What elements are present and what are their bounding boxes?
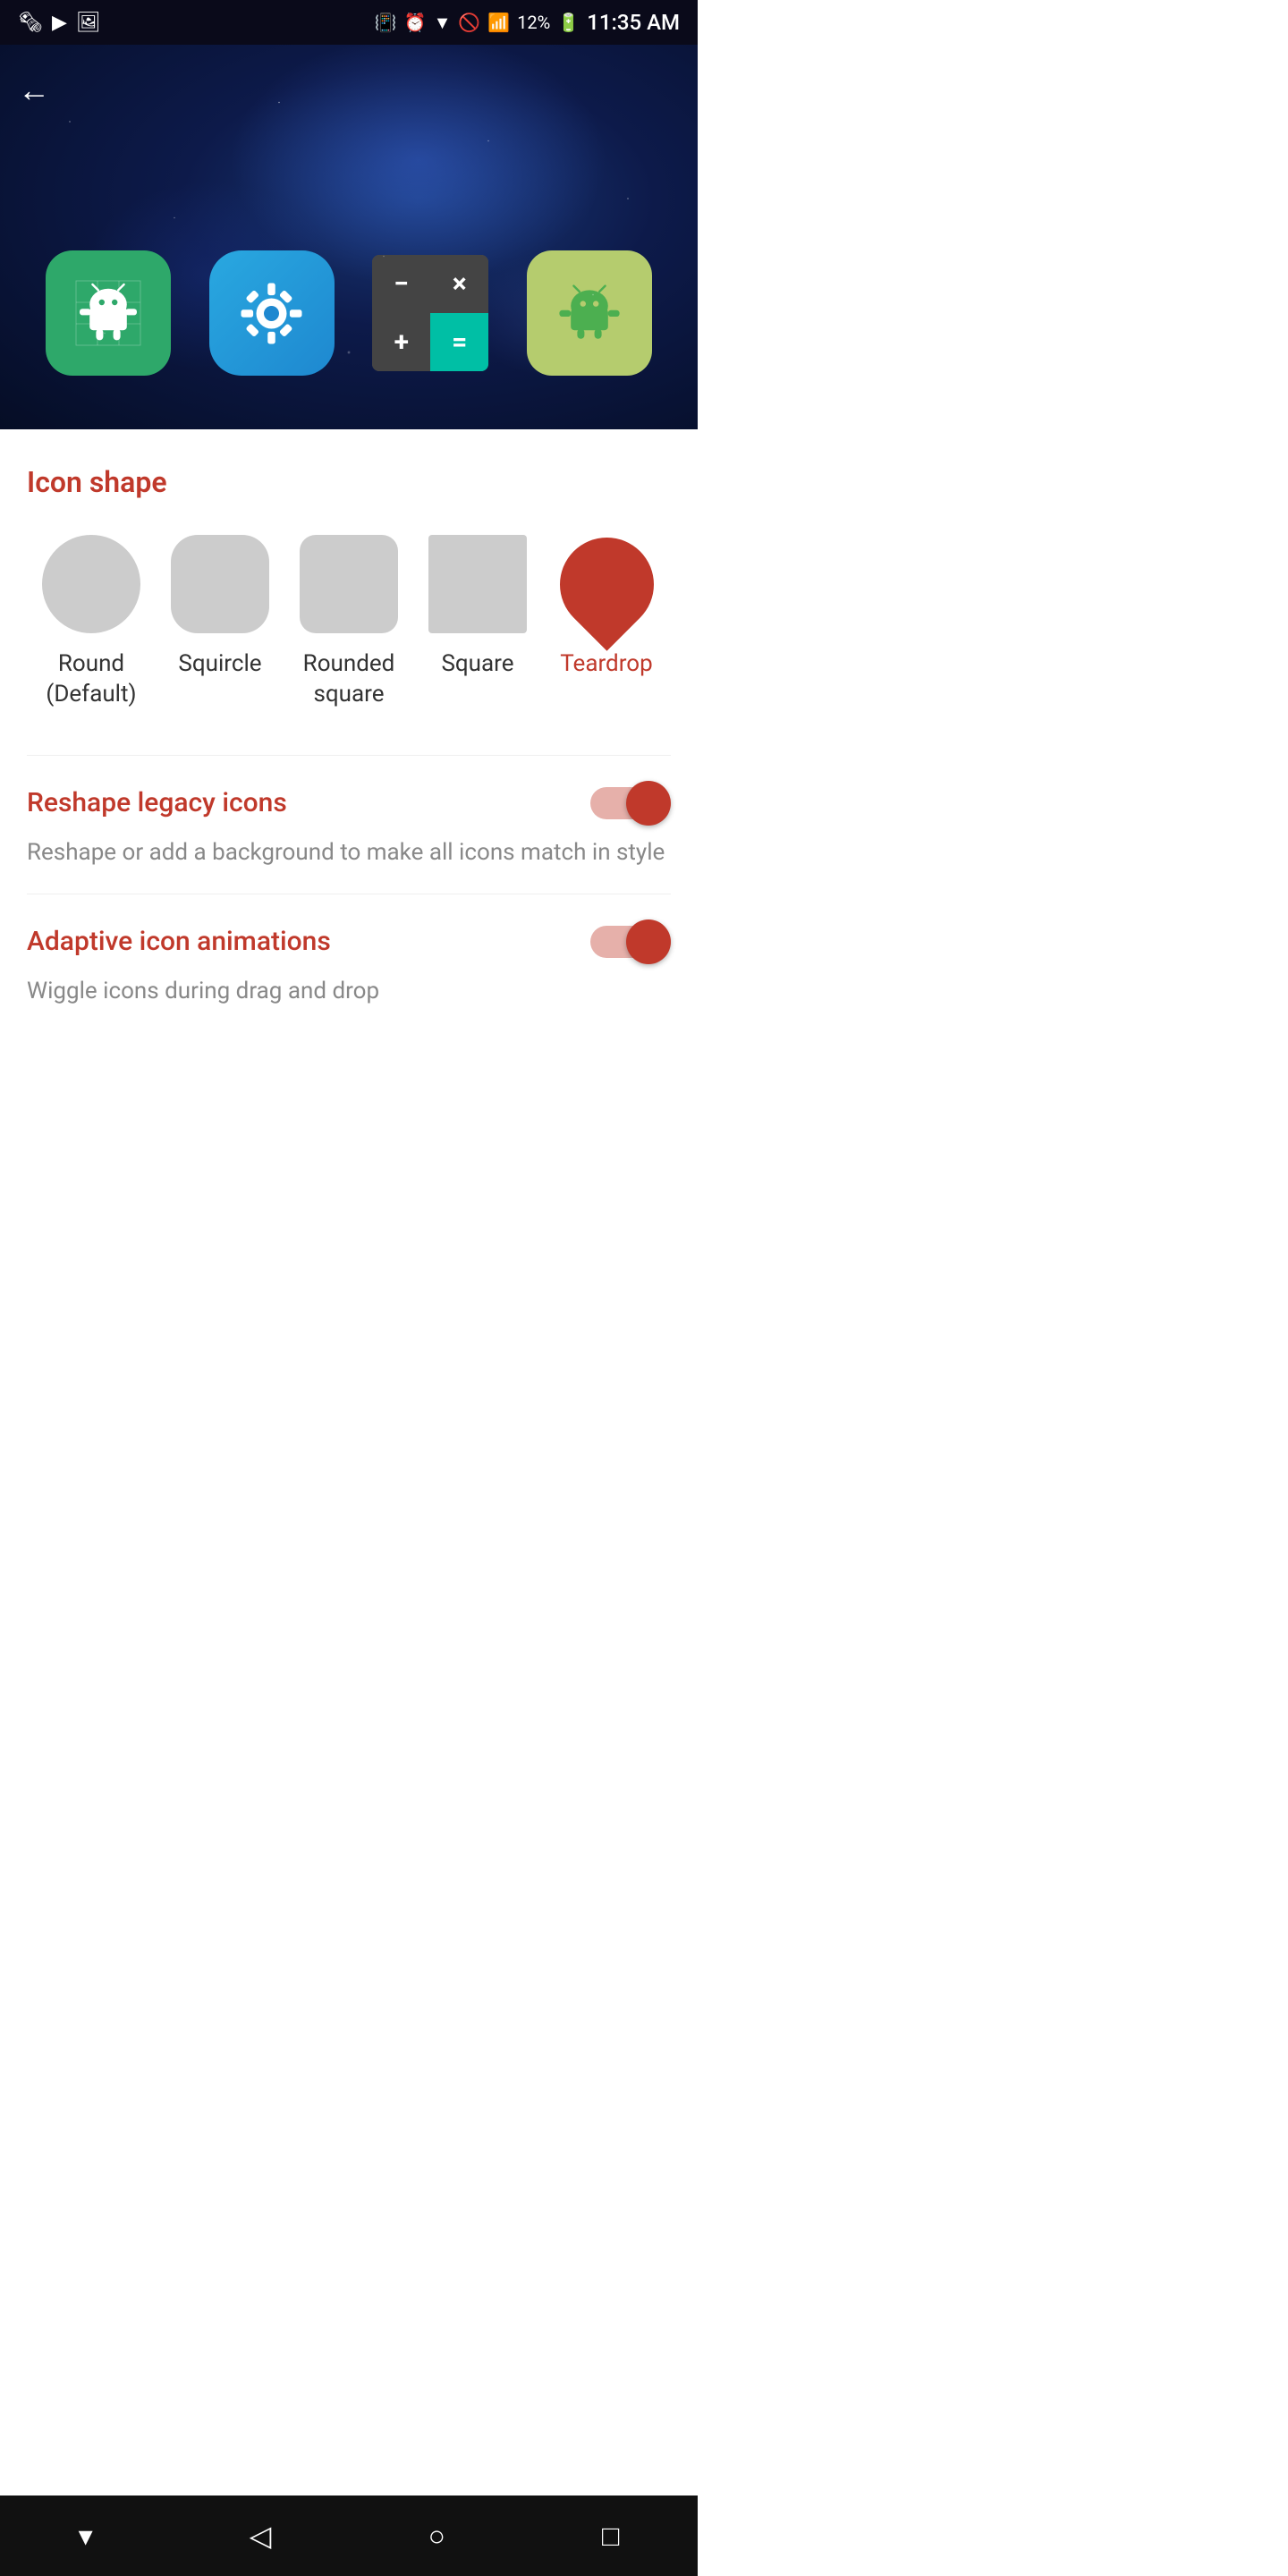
shape-round-label: Round(Default) bbox=[46, 649, 136, 710]
shape-round-preview bbox=[42, 535, 140, 633]
reshape-legacy-title: Reshape legacy icons bbox=[27, 787, 287, 818]
reshape-legacy-thumb bbox=[626, 781, 671, 826]
signal-icon: 📶 bbox=[487, 12, 510, 33]
app-icon-droid-dev bbox=[46, 250, 171, 376]
setting-adaptive-animations-header: Adaptive icon animations bbox=[27, 919, 671, 964]
app-icon-android bbox=[527, 250, 652, 376]
shape-square-label: Square bbox=[441, 649, 513, 680]
calc-plus: + bbox=[372, 313, 430, 371]
shape-teardrop-preview bbox=[540, 518, 673, 650]
status-bar: 🗞 ▶ 🖼 📳 ⏰ ▼ 🚫 📶 12% 🔋 11:35 AM bbox=[0, 0, 698, 45]
wifi-icon: ▼ bbox=[434, 12, 452, 34]
preview-icons-row: − × + = bbox=[0, 250, 698, 376]
adaptive-animations-toggle[interactable] bbox=[590, 919, 671, 964]
image-icon: 🖼 bbox=[76, 12, 101, 34]
setting-reshape-legacy: Reshape legacy icons Reshape or add a ba… bbox=[27, 755, 671, 894]
status-right-icons: 📳 ⏰ ▼ 🚫 📶 12% 🔋 11:35 AM bbox=[375, 10, 680, 35]
app-icon-settings bbox=[209, 250, 335, 376]
shape-squircle-label: Squircle bbox=[178, 649, 261, 680]
video-icon: ▶ bbox=[52, 12, 67, 34]
calc-equals: = bbox=[430, 313, 488, 371]
adaptive-animations-desc: Wiggle icons during drag and drop bbox=[27, 975, 671, 1007]
status-left-icons: 🗞 ▶ 🖼 bbox=[18, 12, 101, 34]
shape-rounded-square-preview bbox=[300, 535, 398, 633]
alarm-icon: ⏰ bbox=[404, 12, 427, 33]
nyt-icon: 🗞 bbox=[18, 12, 43, 34]
shape-square[interactable]: Square bbox=[428, 535, 527, 680]
status-time: 11:35 AM bbox=[587, 10, 680, 35]
battery-label: 12% bbox=[517, 12, 550, 33]
no-sim-icon: 🚫 bbox=[458, 12, 480, 33]
shape-round[interactable]: Round(Default) bbox=[42, 535, 140, 710]
reshape-legacy-toggle[interactable] bbox=[590, 781, 671, 826]
calc-minus: − bbox=[372, 255, 430, 313]
shape-squircle[interactable]: Squircle bbox=[171, 535, 269, 680]
shape-teardrop-label: Teardrop bbox=[560, 649, 652, 680]
nav-dropdown[interactable]: ▾ bbox=[52, 2510, 120, 2562]
reshape-legacy-desc: Reshape or add a background to make all … bbox=[27, 836, 671, 869]
adaptive-animations-title: Adaptive icon animations bbox=[27, 926, 331, 957]
battery-icon: 🔋 bbox=[557, 12, 580, 33]
shapes-row: Round(Default) Squircle Roundedsquare Sq… bbox=[27, 535, 671, 710]
bottom-nav: ▾ ◁ ○ □ bbox=[0, 2496, 698, 2576]
shape-rounded-square-label: Roundedsquare bbox=[303, 649, 395, 710]
nav-home[interactable]: ○ bbox=[402, 2510, 472, 2562]
nav-back[interactable]: ◁ bbox=[223, 2510, 299, 2562]
shape-squircle-preview bbox=[171, 535, 269, 633]
adaptive-animations-thumb bbox=[626, 919, 671, 964]
nav-recents[interactable]: □ bbox=[575, 2510, 646, 2562]
vibrate-icon: 📳 bbox=[375, 12, 397, 33]
setting-reshape-legacy-header: Reshape legacy icons bbox=[27, 781, 671, 826]
app-icon-calculator: − × + = bbox=[372, 255, 488, 371]
back-button[interactable]: ← bbox=[18, 72, 50, 109]
shape-rounded-square[interactable]: Roundedsquare bbox=[300, 535, 398, 710]
setting-adaptive-animations: Adaptive icon animations Wiggle icons du… bbox=[27, 894, 671, 1032]
hero-wallpaper: ← bbox=[0, 45, 698, 429]
main-content: Icon shape Round(Default) Squircle Round… bbox=[0, 429, 698, 2496]
shape-teardrop[interactable]: Teardrop bbox=[557, 535, 656, 680]
section-title: Icon shape bbox=[27, 465, 671, 499]
calc-times: × bbox=[430, 255, 488, 313]
shape-square-preview bbox=[428, 535, 527, 633]
